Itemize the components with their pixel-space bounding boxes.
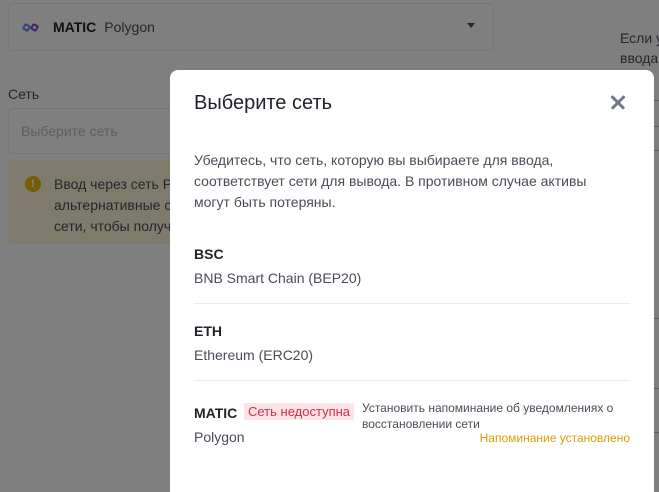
reminder-set-status: Напоминание установлено xyxy=(479,431,630,445)
network-code: BSC xyxy=(194,246,224,262)
network-unavailable-badge: Сеть недоступна xyxy=(244,403,355,420)
network-name: Polygon xyxy=(194,429,245,445)
divider xyxy=(194,380,630,381)
set-reminder-link[interactable]: Установить напоминание об уведомлениях о… xyxy=(362,400,632,432)
network-code: MATIC xyxy=(194,405,238,421)
network-name: BNB Smart Chain (BEP20) xyxy=(194,270,362,286)
select-network-modal: Выберите сеть Убедитесь, что сеть, котор… xyxy=(170,70,654,492)
network-option-matic: MATIC Сеть недоступна Установить напомин… xyxy=(194,401,630,481)
network-name: Ethereum (ERC20) xyxy=(194,347,314,363)
close-icon[interactable] xyxy=(608,92,628,112)
divider xyxy=(194,303,630,304)
network-code: ETH xyxy=(194,323,222,339)
modal-title: Выберите сеть xyxy=(194,92,333,114)
network-option-eth[interactable]: ETH Ethereum (ERC20) xyxy=(194,323,630,399)
modal-description: Убедитесь, что сеть, которую вы выбирает… xyxy=(194,152,587,210)
network-option-bsc[interactable]: BSC BNB Smart Chain (BEP20) xyxy=(194,246,630,322)
